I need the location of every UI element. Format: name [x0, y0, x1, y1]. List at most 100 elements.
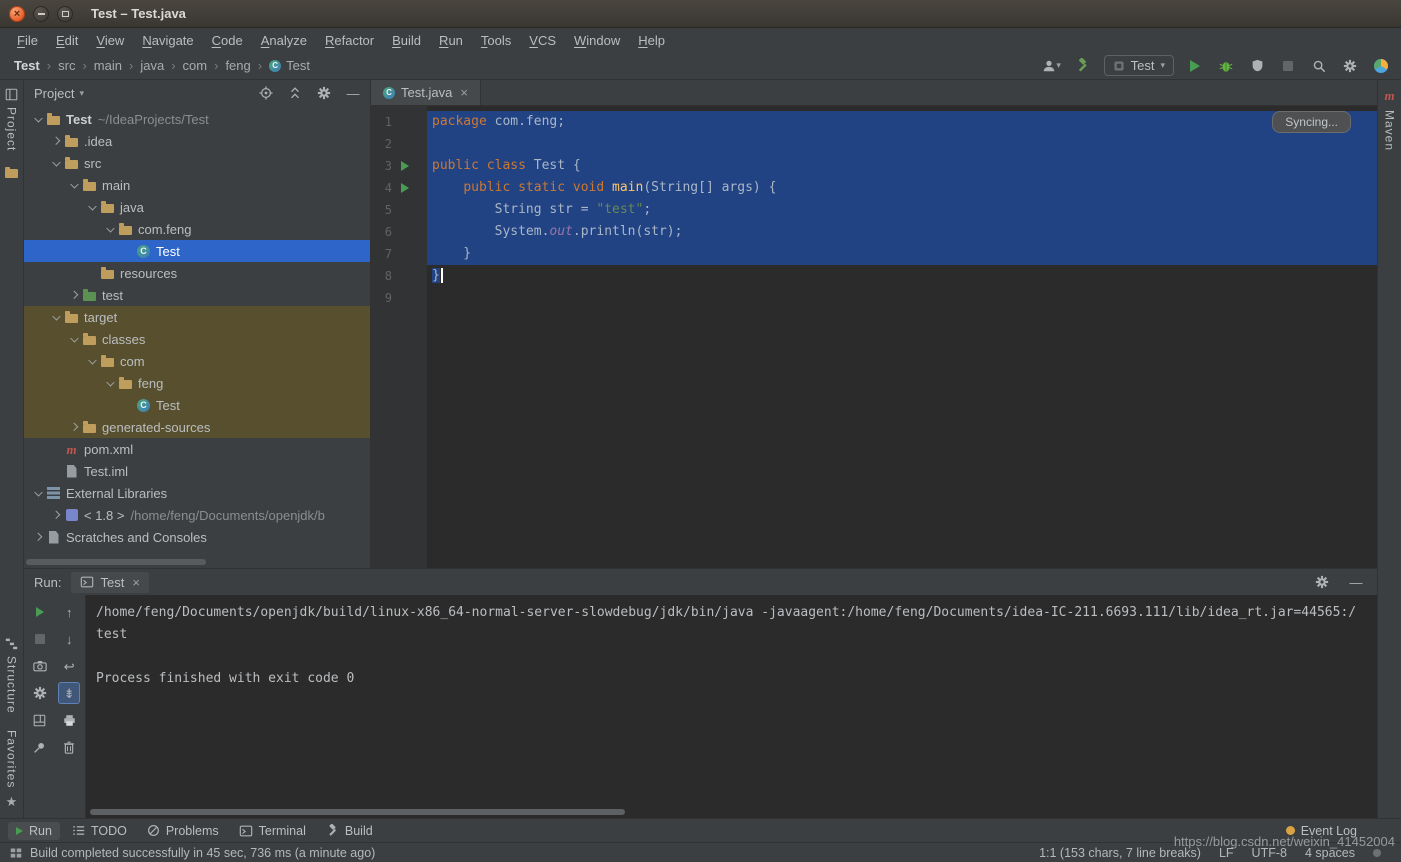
build-project-button[interactable]: [1073, 55, 1093, 77]
collapse-all-button[interactable]: [286, 84, 304, 102]
tree-item--1-8-[interactable]: < 1.8 >/home/feng/Documents/openjdk/b: [24, 504, 370, 526]
tree-item-src[interactable]: src: [24, 152, 370, 174]
tool-button-favorites[interactable]: Favorites ★: [5, 722, 19, 818]
breadcrumb-item-main[interactable]: main: [94, 58, 122, 73]
tree-item-target[interactable]: target: [24, 306, 370, 328]
tree-item-classes[interactable]: classes: [24, 328, 370, 350]
chevron-down-icon[interactable]: [66, 336, 81, 342]
chevron-right-icon[interactable]: [30, 534, 45, 540]
plugin-button[interactable]: [1371, 55, 1391, 77]
menu-code[interactable]: Code: [203, 30, 252, 51]
menu-build[interactable]: Build: [383, 30, 430, 51]
run-button[interactable]: [1185, 55, 1205, 77]
code-line-3[interactable]: 3public class Test {: [371, 155, 1377, 177]
stop-button[interactable]: [29, 628, 51, 650]
chevron-down-icon[interactable]: [30, 490, 45, 496]
hide-run-panel-button[interactable]: —: [1347, 573, 1365, 591]
tree-item-com-feng[interactable]: com.feng: [24, 218, 370, 240]
tool-button-project[interactable]: Project: [5, 80, 19, 159]
code-line-2[interactable]: 2: [371, 133, 1377, 155]
menu-help[interactable]: Help: [629, 30, 674, 51]
hide-panel-button[interactable]: —: [344, 84, 362, 102]
code-line-1[interactable]: 1package com.feng;: [371, 111, 1377, 133]
tree-item--idea[interactable]: .idea: [24, 130, 370, 152]
tree-item-test[interactable]: CTest: [24, 240, 370, 262]
close-button[interactable]: ×: [9, 6, 25, 22]
toolbar-tab-terminal[interactable]: Terminal: [231, 822, 314, 840]
breadcrumb-item-java[interactable]: java: [140, 58, 164, 73]
up-stack-trace-button[interactable]: ↑: [58, 601, 80, 623]
code-line-5[interactable]: 5 String str = "test";: [371, 199, 1377, 221]
breadcrumb-item-com[interactable]: com: [183, 58, 208, 73]
pin-tab-button[interactable]: [29, 736, 51, 758]
menu-refactor[interactable]: Refactor: [316, 30, 383, 51]
toolbar-tab-todo[interactable]: TODO: [64, 822, 135, 840]
tree-item-generated-sources[interactable]: generated-sources: [24, 416, 370, 438]
tab-close-icon[interactable]: ×: [460, 85, 468, 100]
run-line-icon[interactable]: [401, 161, 409, 171]
print-button[interactable]: [58, 709, 80, 731]
code-line-4[interactable]: 4 public static void main(String[] args)…: [371, 177, 1377, 199]
chevron-down-icon[interactable]: [48, 160, 63, 166]
project-scrollbar[interactable]: [26, 559, 206, 565]
run-config-select[interactable]: Test ▾: [1104, 55, 1174, 76]
tree-item-test[interactable]: test: [24, 284, 370, 306]
soft-wrap-button[interactable]: ↩: [58, 655, 80, 677]
scroll-to-end-button[interactable]: ⇟: [58, 682, 80, 704]
menu-tools[interactable]: Tools: [472, 30, 520, 51]
breadcrumb-item-test[interactable]: CTest: [269, 58, 310, 73]
chevron-right-icon[interactable]: [66, 292, 81, 298]
tree-item-scratches-and-consoles[interactable]: Scratches and Consoles: [24, 526, 370, 548]
maximize-button[interactable]: [57, 6, 73, 22]
chevron-down-icon[interactable]: [84, 204, 99, 210]
file-encoding[interactable]: UTF-8: [1252, 846, 1287, 860]
chevron-right-icon[interactable]: [48, 512, 63, 518]
debug-button[interactable]: [1216, 55, 1236, 77]
chevron-down-icon[interactable]: [66, 182, 81, 188]
toolbar-tab-problems[interactable]: Problems: [139, 822, 227, 840]
breadcrumb-item-src[interactable]: src: [58, 58, 75, 73]
minimize-button[interactable]: [33, 6, 49, 22]
menu-vcs[interactable]: VCS: [520, 30, 565, 51]
tree-item-feng[interactable]: feng: [24, 372, 370, 394]
menu-analyze[interactable]: Analyze: [252, 30, 316, 51]
tree-item-external-libraries[interactable]: External Libraries: [24, 482, 370, 504]
toolbar-tab-build[interactable]: Build: [318, 822, 381, 840]
coverage-button[interactable]: [1247, 55, 1267, 77]
menu-navigate[interactable]: Navigate: [133, 30, 202, 51]
restore-layout-button[interactable]: [29, 709, 51, 731]
chevron-right-icon[interactable]: [48, 138, 63, 144]
menu-window[interactable]: Window: [565, 30, 629, 51]
menu-file[interactable]: File: [8, 30, 47, 51]
tree-item-main[interactable]: main: [24, 174, 370, 196]
panel-settings-button[interactable]: [315, 84, 333, 102]
snapshot-button[interactable]: [29, 655, 51, 677]
tree-item-com[interactable]: com: [24, 350, 370, 372]
menu-view[interactable]: View: [87, 30, 133, 51]
chevron-down-icon[interactable]: [30, 116, 45, 122]
tree-item-pom-xml[interactable]: mpom.xml: [24, 438, 370, 460]
chevron-down-icon[interactable]: [102, 226, 117, 232]
user-menu-button[interactable]: ▾: [1042, 55, 1062, 77]
tool-button-commander[interactable]: [5, 159, 18, 186]
tree-item-java[interactable]: java: [24, 196, 370, 218]
menu-edit[interactable]: Edit: [47, 30, 87, 51]
breadcrumb-item-test[interactable]: Test: [14, 58, 40, 73]
chevron-right-icon[interactable]: [66, 424, 81, 430]
caret-position[interactable]: 1:1 (153 chars, 7 line breaks): [1039, 846, 1201, 860]
code-line-9[interactable]: 9: [371, 287, 1377, 309]
settings-button[interactable]: [29, 682, 51, 704]
indent-info[interactable]: 4 spaces: [1305, 846, 1355, 860]
code-line-7[interactable]: 7 }: [371, 243, 1377, 265]
settings-button[interactable]: [1340, 55, 1360, 77]
rerun-button[interactable]: [29, 601, 51, 623]
chevron-down-icon[interactable]: [102, 380, 117, 386]
clear-all-button[interactable]: [58, 736, 80, 758]
editor-tab-test-java[interactable]: C Test.java ×: [371, 80, 481, 105]
breadcrumb-item-feng[interactable]: feng: [225, 58, 250, 73]
project-panel-title[interactable]: Project ▾: [34, 86, 84, 101]
toolbar-tab-run[interactable]: Run: [8, 822, 60, 840]
chevron-down-icon[interactable]: [48, 314, 63, 320]
search-everywhere-button[interactable]: [1309, 55, 1329, 77]
tree-item-test-iml[interactable]: Test.iml: [24, 460, 370, 482]
